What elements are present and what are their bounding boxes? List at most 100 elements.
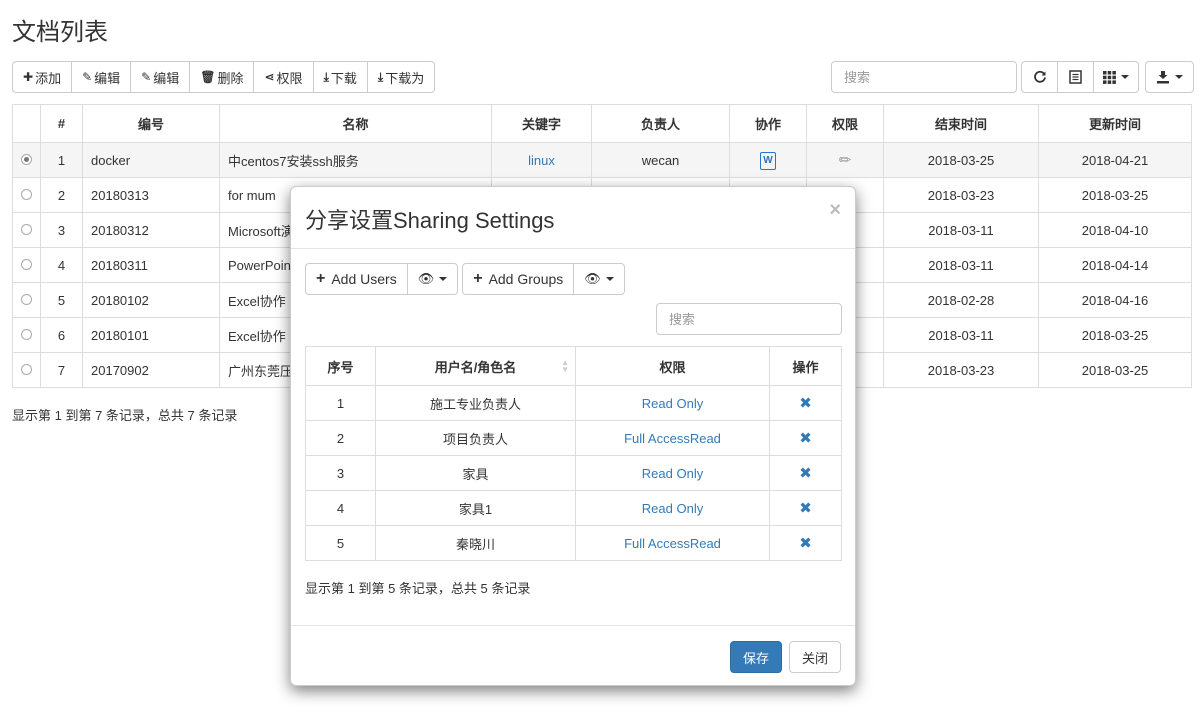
row-select[interactable]: [12, 142, 41, 178]
modal-search-input[interactable]: [656, 303, 842, 335]
groups-permission-dropdown[interactable]: 👁: [573, 263, 625, 295]
add-groups-button[interactable]: + Add Groups: [462, 263, 575, 295]
table-header-row: # 编号 名称 关键字 负责人 协作 权限 结束时间 更新时间: [12, 104, 1192, 143]
remove-icon[interactable]: ✖: [799, 500, 812, 517]
plus-icon: ✚: [23, 70, 34, 84]
column-header-select: [12, 104, 41, 143]
export-button[interactable]: [1145, 61, 1194, 93]
radio-button[interactable]: [21, 293, 32, 305]
remove-icon[interactable]: ✖: [799, 465, 812, 482]
modal-header: 分享设置Sharing Settings ×: [291, 187, 855, 249]
row-select[interactable]: [12, 282, 41, 318]
download-button[interactable]: ⤓ 下载: [312, 61, 368, 93]
columns-button[interactable]: [1093, 61, 1139, 93]
edit-button-2[interactable]: ✎ 编辑: [130, 61, 191, 93]
permission-link[interactable]: Read Only: [642, 501, 703, 516]
radio-button[interactable]: [21, 363, 32, 375]
plus-icon: +: [316, 270, 326, 287]
table-row[interactable]: 1 docker 中centos7安装ssh服务 linux wecan W ✏…: [12, 142, 1192, 178]
trash-icon: 🗑: [200, 70, 216, 84]
column-header-owner[interactable]: 负责人: [591, 104, 730, 143]
refresh-icon: [1033, 70, 1046, 83]
column-header-permission[interactable]: 权限: [806, 104, 884, 143]
column-header-user[interactable]: 用户名/角色名 ▲ ▼: [375, 346, 576, 386]
add-groups-group: + Add Groups 👁: [462, 263, 625, 295]
chevron-down-icon: [605, 277, 614, 281]
column-header-name[interactable]: 名称: [219, 104, 492, 143]
column-header-end-time[interactable]: 结束时间: [883, 104, 1039, 143]
modal-footer-divider: [291, 625, 855, 626]
page-title: 文档列表: [12, 19, 108, 46]
chevron-down-icon: [1121, 75, 1129, 79]
permission-link[interactable]: Read Only: [642, 466, 703, 481]
table-row: 1 施工专业负责人 Read Only ✖: [305, 385, 842, 421]
column-header-code[interactable]: 编号: [82, 104, 220, 143]
table-row: 2 项目负责人 Full AccessRead ✖: [305, 420, 842, 456]
permission-button[interactable]: ⋖ 权限: [253, 61, 314, 93]
plus-icon: +: [473, 270, 483, 287]
add-users-button[interactable]: + Add Users: [305, 263, 408, 295]
table-row: 4 家具1 Read Only ✖: [305, 490, 842, 526]
word-document-icon[interactable]: W: [760, 151, 776, 170]
column-header-index: 序号: [305, 346, 376, 386]
radio-button[interactable]: [21, 188, 32, 200]
list-icon: [1069, 70, 1082, 84]
remove-icon[interactable]: ✖: [799, 395, 812, 412]
column-header-updated-time[interactable]: 更新时间: [1038, 104, 1192, 143]
column-header-index[interactable]: #: [40, 104, 83, 143]
permission-link[interactable]: Read Only: [642, 396, 703, 411]
download-icon: ⤓: [323, 69, 329, 84]
sharing-table: 序号 用户名/角色名 ▲ ▼ 权限 操作 1 施工专业负责人 Read Only ✖…: [305, 346, 842, 561]
row-select[interactable]: [12, 212, 41, 248]
chevron-down-icon: [1175, 75, 1183, 79]
column-header-permission: 权限: [575, 346, 770, 386]
delete-button[interactable]: 🗑 删除: [189, 61, 255, 93]
radio-button[interactable]: [21, 223, 32, 235]
toggle-view-button[interactable]: [1057, 61, 1094, 93]
users-permission-dropdown[interactable]: 👁: [406, 263, 459, 295]
sort-icon[interactable]: ▲ ▼: [561, 359, 569, 374]
eye-icon: 👁: [584, 271, 601, 286]
add-users-group: + Add Users 👁: [305, 263, 459, 295]
pagination-info: 显示第 1 到第 7 条记录，总共 7 条记录: [12, 408, 238, 423]
table-row: 3 家具 Read Only ✖: [305, 455, 842, 491]
table-row: 5 秦晓川 Full AccessRead ✖: [305, 525, 842, 561]
radio-button[interactable]: [21, 258, 32, 270]
column-header-keyword[interactable]: 关键字: [491, 104, 592, 143]
share-icon: ⋖: [264, 70, 275, 84]
edit-icon: ✎: [141, 70, 152, 84]
refresh-button[interactable]: [1021, 61, 1058, 93]
keyword-link[interactable]: linux: [528, 153, 555, 168]
save-button[interactable]: 保存: [729, 641, 782, 673]
export-icon: [1157, 71, 1169, 84]
row-select[interactable]: [12, 352, 41, 388]
column-header-collab[interactable]: 协作: [729, 104, 807, 143]
modal-toolbar: + Add Users 👁 + Add Groups 👁: [305, 263, 629, 295]
row-select[interactable]: [12, 317, 41, 353]
modal-title: 分享设置Sharing Settings: [305, 208, 555, 233]
pencil-icon[interactable]: ✏: [839, 152, 852, 169]
add-button[interactable]: ✚ 添加: [12, 61, 73, 93]
toolbar: ✚ 添加 ✎ 编辑 ✎ 编辑 🗑 删除 ⋖ 权限 ⤓ 下载 ⤓ 下载为: [12, 61, 436, 93]
permission-link[interactable]: Full AccessRead: [624, 431, 721, 446]
eye-icon: 👁: [417, 271, 435, 286]
edit-icon: ✎: [82, 70, 93, 84]
edit-button[interactable]: ✎ 编辑: [71, 61, 132, 93]
close-button[interactable]: 关闭: [788, 641, 841, 673]
search-input[interactable]: [831, 61, 1017, 93]
table-tools: [1021, 61, 1194, 93]
download-as-button[interactable]: ⤓ 下载为: [366, 61, 436, 93]
download-icon: ⤓: [377, 69, 384, 84]
chevron-down-icon: [439, 277, 448, 281]
remove-icon[interactable]: ✖: [799, 535, 812, 552]
columns-icon: [1103, 70, 1116, 84]
row-select[interactable]: [12, 247, 41, 283]
row-select[interactable]: [12, 177, 41, 213]
table-header-row: 序号 用户名/角色名 ▲ ▼ 权限 操作: [305, 346, 842, 386]
permission-link[interactable]: Full AccessRead: [624, 536, 721, 551]
modal-pagination-info: 显示第 1 到第 5 条记录，总共 5 条记录: [305, 581, 531, 596]
radio-button[interactable]: [21, 328, 32, 340]
close-icon[interactable]: ×: [829, 199, 841, 222]
remove-icon[interactable]: ✖: [799, 430, 812, 447]
radio-button[interactable]: [21, 153, 32, 165]
